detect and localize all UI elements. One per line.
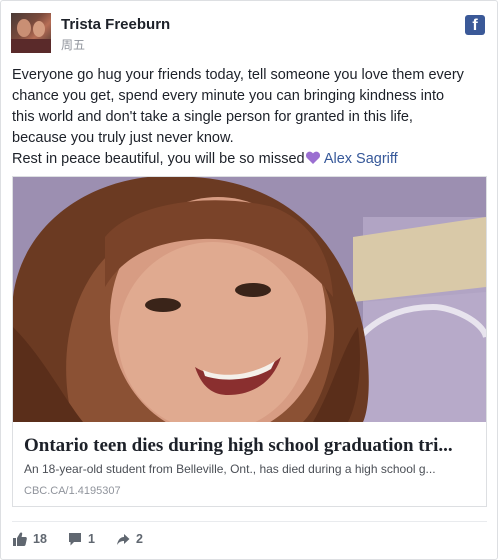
purple-heart-icon [305,151,320,164]
comment-icon [69,533,81,546]
link-preview-description: An 18-year-old student from Belleville, … [24,462,436,476]
thumbs-up-icon [13,532,27,546]
portrait-photo [13,177,486,422]
post-text-line: chance you get, spend every minute you c… [12,88,445,104]
share-arrow-icon [117,534,130,545]
link-preview-card[interactable]: Ontario teen dies during high school gra… [12,176,487,507]
author-name[interactable]: Trista Freeburn [61,16,170,33]
link-preview-source: CBC.CA/1.4195307 [24,485,121,497]
post-timestamp[interactable]: 周五 [61,36,85,53]
post-text-line: Everyone go hug your friends today, tell… [12,67,464,83]
facebook-icon[interactable]: f [465,15,485,35]
footer-divider [12,521,487,522]
post-text-line: this world and don't take a single perso… [12,109,413,125]
like-count: 18 [33,532,47,546]
author-avatar[interactable] [11,13,51,53]
closing-text: Rest in peace beautiful, you will be so … [12,151,305,167]
comment-count: 1 [88,532,95,546]
link-preview-title[interactable]: Ontario teen dies during high school gra… [24,435,479,457]
facebook-post-embed: Trista Freeburn 周五 f Everyone go hug you… [0,0,498,560]
link-preview-image[interactable] [13,177,486,422]
post-header: Trista Freeburn 周五 f [11,13,487,57]
post-text-line: because you truly just never know. [12,130,234,146]
mention-link[interactable]: Alex Sagriff [324,151,398,167]
post-closing-line: Rest in peace beautiful, you will be so … [12,149,490,170]
share-count: 2 [136,532,143,546]
post-text: Everyone go hug your friends today, tell… [12,65,490,170]
